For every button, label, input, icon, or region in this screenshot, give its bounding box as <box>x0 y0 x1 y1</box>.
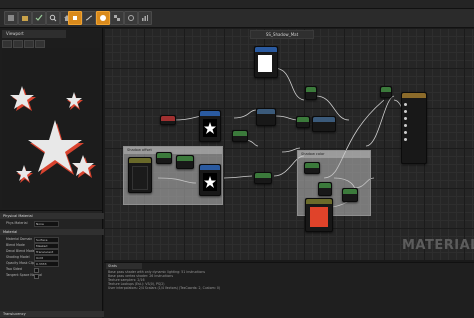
pin-specular[interactable] <box>404 117 407 120</box>
nodes-icon <box>114 15 120 21</box>
viewport-show-button[interactable] <box>35 40 45 48</box>
node-header <box>177 156 193 161</box>
browse-button[interactable] <box>18 11 32 25</box>
texture-sample-node-3[interactable] <box>199 164 221 196</box>
node-header <box>343 189 357 194</box>
live-update-button[interactable] <box>124 11 138 25</box>
add-node-1[interactable] <box>380 86 392 98</box>
node-header <box>313 117 335 122</box>
star-texture-thumbnail <box>203 173 217 191</box>
lerp-node[interactable] <box>254 172 272 184</box>
opacity-mask-clip-field[interactable]: 0.3333 <box>34 261 59 267</box>
stats-icon <box>142 15 148 21</box>
node-header <box>297 117 309 122</box>
prop-label-4: Opacity Mask Clip <box>6 261 35 265</box>
clean-up-button[interactable] <box>68 11 82 25</box>
viewport-toolbar <box>2 40 98 48</box>
node-header <box>306 87 316 92</box>
panner-node[interactable] <box>256 108 276 126</box>
comment-title: Shadow color <box>298 151 370 158</box>
graph-watermark: MATERIAL <box>402 238 474 253</box>
node-header <box>157 153 171 158</box>
vector-param-node[interactable] <box>128 157 152 193</box>
node-header <box>255 47 277 52</box>
pin-opacity[interactable] <box>404 138 407 141</box>
node-header <box>319 183 331 188</box>
details-panel: Physical Material Phys Material None Mat… <box>0 210 105 318</box>
menu-bar: File Edit Asset Window Help <box>0 0 474 16</box>
stats-line: User interpolators: 2/4 Scalars (1/4 Vec… <box>108 286 221 290</box>
search-button[interactable] <box>46 11 60 25</box>
add-node-2[interactable] <box>176 155 194 169</box>
node-header <box>200 111 220 116</box>
node-header <box>200 165 220 170</box>
node-header <box>402 93 426 98</box>
multiply-node-1[interactable] <box>305 86 317 100</box>
component-mask-node[interactable] <box>312 116 336 132</box>
connectors-button[interactable] <box>82 11 96 25</box>
prop-label-1: Blend Mode <box>6 243 25 247</box>
search-icon <box>49 14 57 22</box>
node-header <box>255 173 271 178</box>
translucency-section[interactable]: Translucency <box>0 311 105 317</box>
texcoord-node[interactable] <box>160 115 176 125</box>
folder-icon <box>22 16 28 21</box>
apply-button[interactable] <box>32 11 46 25</box>
pin-emissive[interactable] <box>404 131 407 134</box>
tangent-space-normal-checkbox[interactable] <box>34 274 39 279</box>
stats-button[interactable] <box>138 11 152 25</box>
stats-tab[interactable]: Stats <box>106 263 142 269</box>
prop-label-0: Material Domain <box>6 237 33 241</box>
pin-roughness[interactable] <box>404 124 407 127</box>
viewport-tab[interactable]: Viewport <box>2 30 66 38</box>
node-header <box>233 131 247 136</box>
star-texture-thumbnail <box>203 119 217 137</box>
red-color-swatch <box>310 207 328 227</box>
material-section[interactable]: Material <box>0 229 105 235</box>
material-preview[interactable] <box>2 48 100 208</box>
texture-thumbnail <box>258 55 272 72</box>
sphere-icon <box>100 15 106 21</box>
stars-preview-image <box>10 86 96 183</box>
one-minus-node[interactable] <box>318 182 332 196</box>
viewport-view-button[interactable] <box>13 40 23 48</box>
refresh-icon <box>128 15 134 21</box>
pin-metallic[interactable] <box>404 110 407 113</box>
node-header <box>306 199 332 204</box>
pin-base-color[interactable] <box>404 103 407 106</box>
prop-label-3: Shading Model <box>6 255 30 259</box>
live-preview-button[interactable] <box>96 11 110 25</box>
viewport-lit-button[interactable] <box>24 40 34 48</box>
texture-sample-node[interactable] <box>254 46 278 78</box>
connectors-icon <box>85 15 93 21</box>
node-header <box>161 116 175 121</box>
param-preview <box>132 166 148 190</box>
saturate-node[interactable] <box>342 188 358 202</box>
texture-sample-node-2[interactable] <box>199 110 221 142</box>
material-result-node[interactable] <box>401 92 427 164</box>
viewport-option-button[interactable] <box>2 40 12 48</box>
save-icon <box>8 15 14 21</box>
physical-material-section[interactable]: Physical Material <box>0 213 105 219</box>
node-header <box>305 163 319 168</box>
constant-node[interactable] <box>232 130 248 142</box>
check-icon <box>35 14 43 21</box>
comment-title: Shadow offset <box>124 147 222 154</box>
node-header <box>381 87 391 92</box>
phys-material-field[interactable]: None <box>34 221 59 227</box>
node-header <box>129 158 151 163</box>
node-header <box>257 109 275 114</box>
shadow-color-param-node[interactable] <box>305 198 333 232</box>
save-button[interactable] <box>4 11 18 25</box>
toolbar <box>0 9 474 28</box>
live-nodes-button[interactable] <box>110 11 124 25</box>
multiply-node-3[interactable] <box>304 162 320 174</box>
phys-material-label: Phys Material <box>6 221 28 225</box>
graph-title: SS_Shadow_Mat <box>250 30 314 39</box>
prop-label-2: Decal Blend Mode <box>6 249 35 253</box>
prop-label-5: Two Sided <box>6 267 22 271</box>
broom-icon <box>73 16 77 20</box>
append-node[interactable] <box>156 152 172 164</box>
multiply-node-2[interactable] <box>296 116 310 128</box>
